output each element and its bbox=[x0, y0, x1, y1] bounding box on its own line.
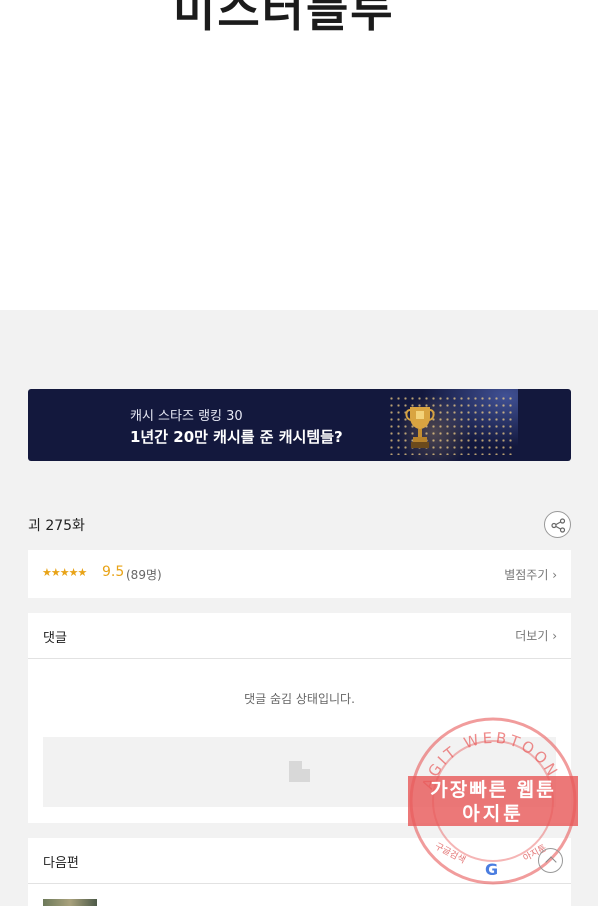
google-g-icon: G bbox=[485, 860, 499, 879]
rate-button[interactable]: 별점주기 › bbox=[504, 566, 557, 583]
rating-stars: ★★★★★ bbox=[42, 566, 87, 579]
ad-placeholder-icon bbox=[289, 761, 310, 782]
trophy-icon bbox=[405, 407, 435, 448]
comments-more-link[interactable]: 더보기 › bbox=[515, 627, 557, 644]
next-episode-thumbnail[interactable] bbox=[43, 899, 97, 906]
comic-image-area: 미스터블루 bbox=[0, 0, 598, 310]
share-icon bbox=[551, 518, 566, 533]
watermark-line2: 아지툰 bbox=[462, 803, 524, 825]
share-button[interactable] bbox=[544, 511, 571, 538]
comments-hidden-message: 댓글 숨김 상태입니다. bbox=[244, 692, 355, 706]
banner-headline: 1년간 20만 캐시를 준 캐시템들? bbox=[130, 428, 343, 446]
rating-count: (89명) bbox=[126, 568, 162, 582]
rating-score: 9.5 bbox=[102, 564, 125, 580]
scroll-top-button[interactable] bbox=[538, 848, 563, 873]
comments-header: 댓글 더보기 › bbox=[28, 613, 571, 659]
watermark-line1: 가장빠른 웹툰 bbox=[430, 779, 556, 801]
comments-title: 댓글 bbox=[43, 631, 67, 646]
next-episode-title: 다음편 bbox=[43, 856, 79, 871]
rating-card: ★★★★★ 9.5 (89명) 별점주기 › bbox=[28, 550, 571, 598]
comic-title-art: 미스터블루 bbox=[173, 0, 395, 37]
cash-stars-banner[interactable]: 캐시 스타즈 랭킹 30 1년간 20만 캐시를 준 캐시템들? bbox=[28, 389, 571, 461]
episode-title: 괴 275화 bbox=[28, 518, 85, 534]
banner-subtitle: 캐시 스타즈 랭킹 30 bbox=[130, 409, 243, 424]
